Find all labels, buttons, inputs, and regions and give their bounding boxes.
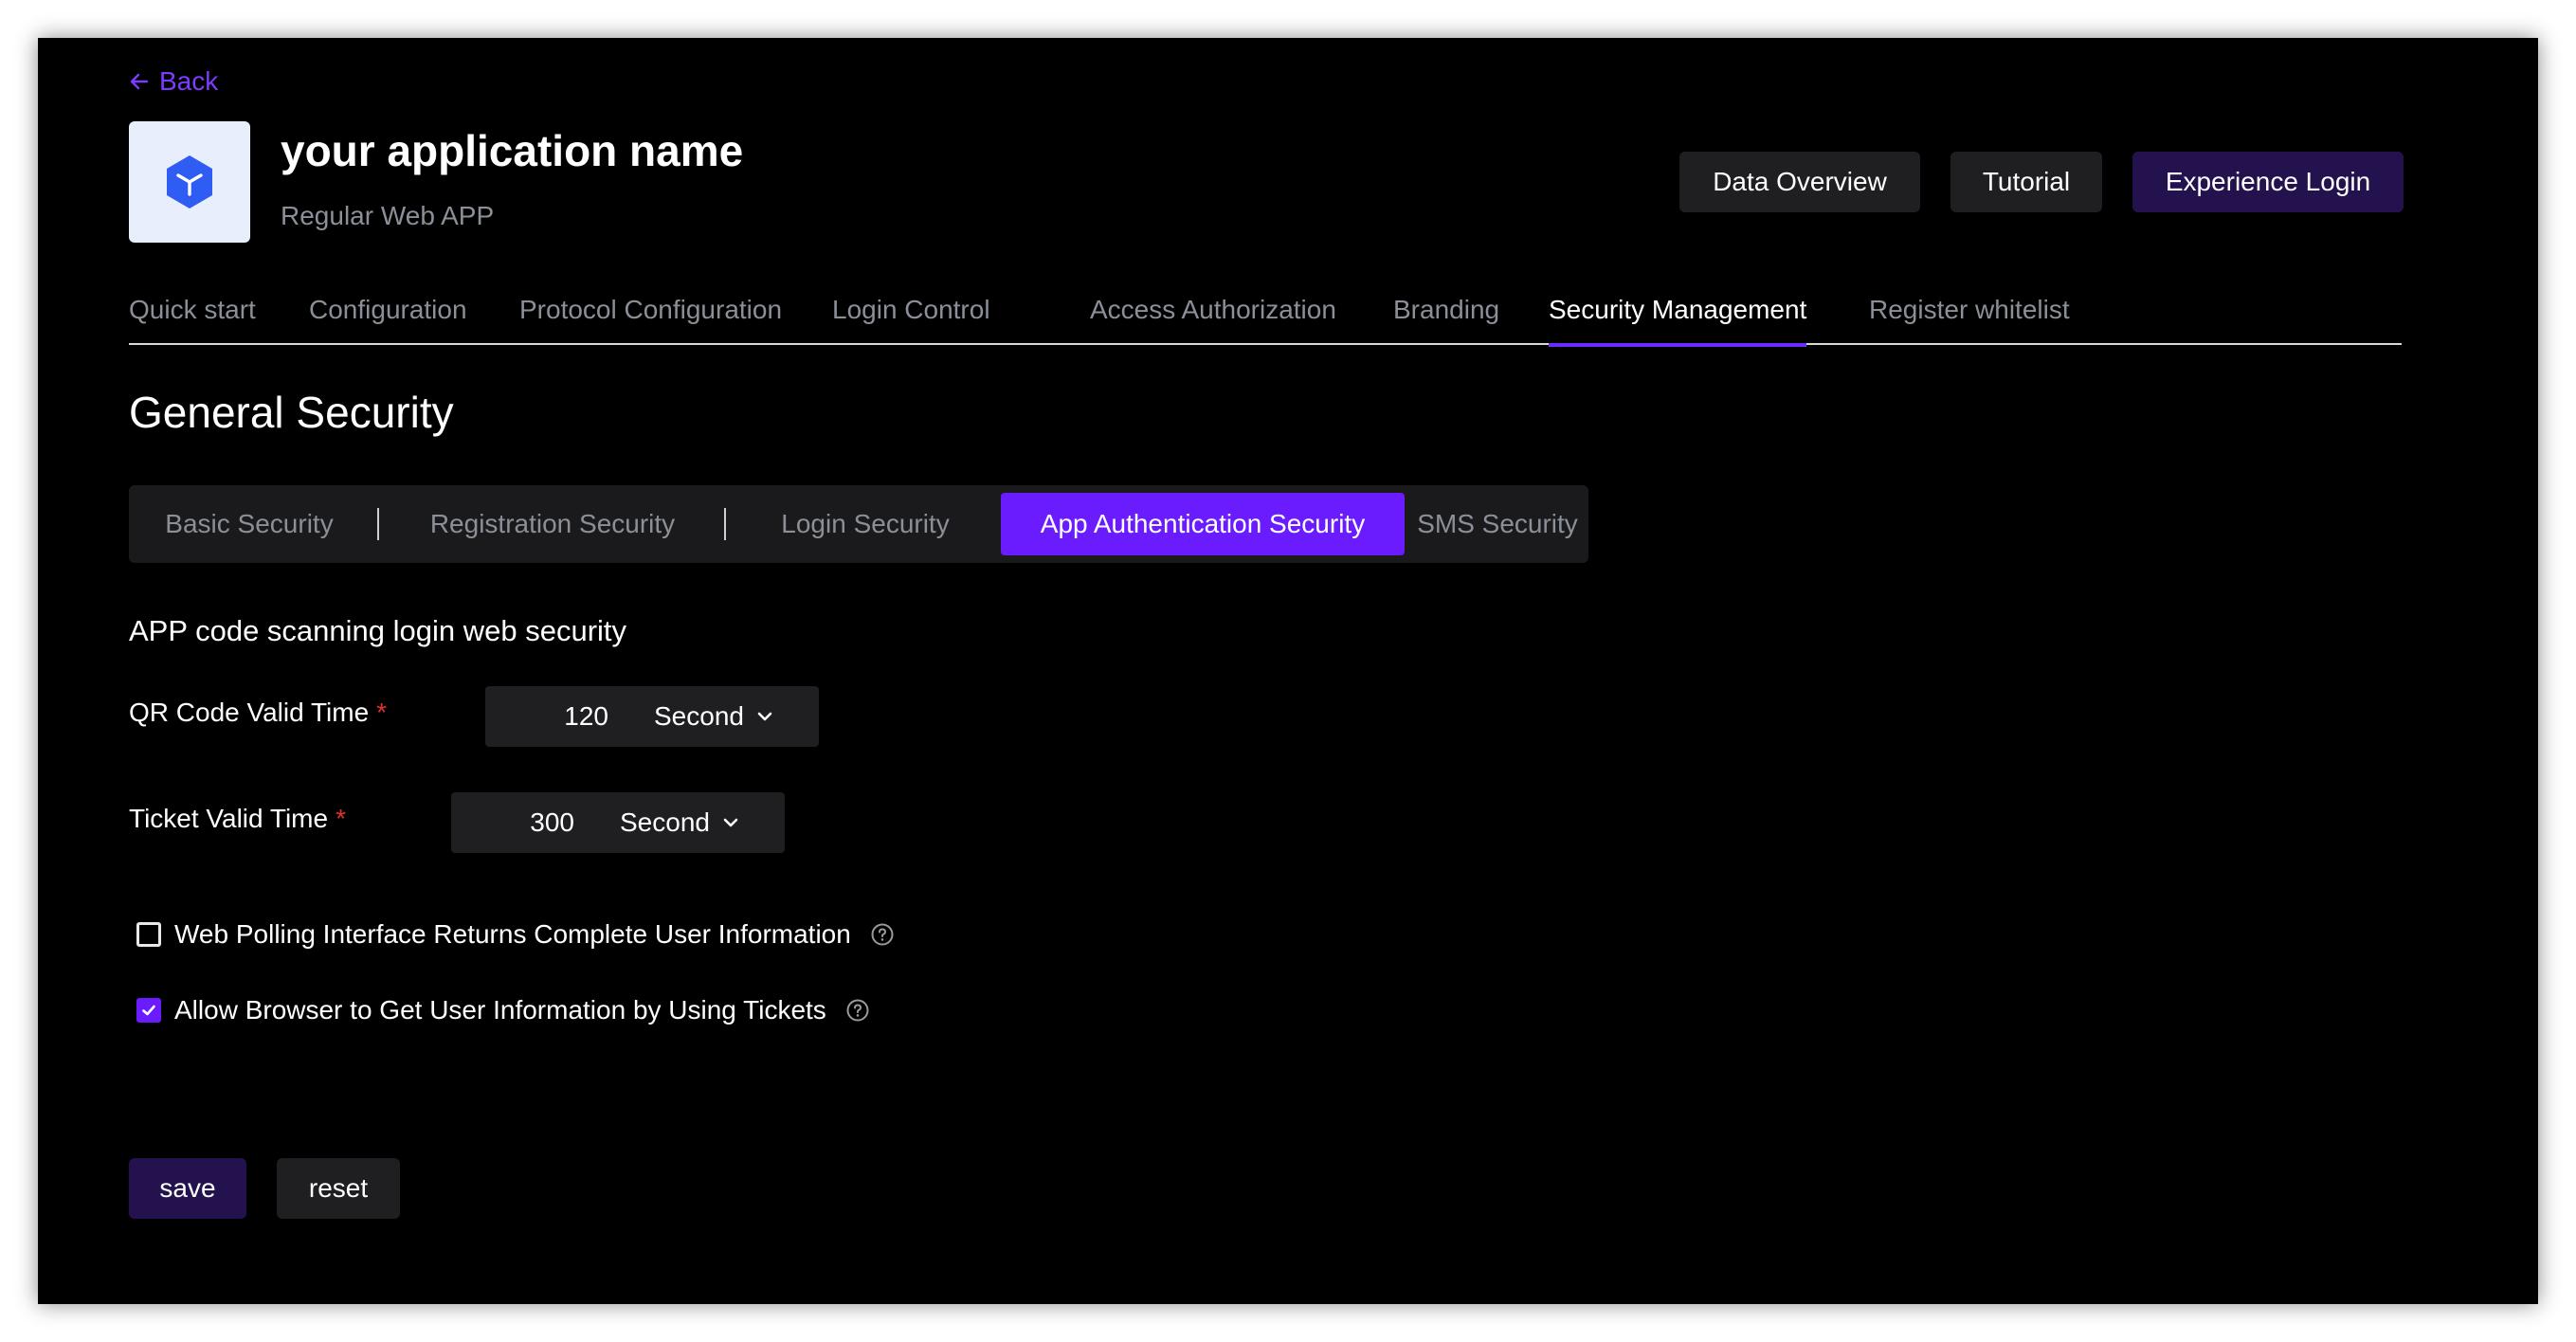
web-polling-checkbox[interactable] <box>136 922 161 947</box>
tutorial-button[interactable]: Tutorial <box>1950 152 2102 212</box>
subtab-divider <box>724 508 726 540</box>
ticket-valid-time-label: Ticket Valid Time * <box>129 804 346 834</box>
subtab-registration-security[interactable]: Registration Security <box>396 493 709 555</box>
cube-icon <box>167 155 212 209</box>
app-name: your application name <box>281 126 744 175</box>
back-label: Back <box>159 66 219 96</box>
ticket-valid-time-value[interactable]: 300 <box>451 807 593 838</box>
qr-valid-time-input[interactable]: 120 Second <box>485 686 819 747</box>
chevron-down-icon <box>757 712 772 721</box>
qr-valid-time-label-text: QR Code Valid Time <box>129 698 370 727</box>
check-icon <box>142 1005 155 1016</box>
ticket-valid-time-label-text: Ticket Valid Time <box>129 804 329 833</box>
experience-login-button[interactable]: Experience Login <box>2132 152 2404 212</box>
app-logo <box>129 121 250 243</box>
back-link[interactable]: Back <box>129 66 218 97</box>
web-polling-option: Web Polling Interface Returns Complete U… <box>136 919 895 950</box>
tab-protocol-configuration[interactable]: Protocol Configuration <box>519 294 782 345</box>
save-button[interactable]: save <box>129 1158 246 1219</box>
qr-valid-time-label: QR Code Valid Time * <box>129 698 387 728</box>
subtab-sms-security[interactable]: SMS Security <box>1414 493 1581 555</box>
tab-security-management[interactable]: Security Management <box>1549 294 1807 347</box>
web-polling-label[interactable]: Web Polling Interface Returns Complete U… <box>174 919 851 950</box>
ticket-valid-time-unit: Second <box>620 807 710 837</box>
required-mark: * <box>336 804 346 833</box>
allow-browser-option: Allow Browser to Get User Information by… <box>136 995 870 1025</box>
tab-register-whitelist[interactable]: Register whitelist <box>1869 294 2070 345</box>
tab-quick-start[interactable]: Quick start <box>129 294 256 345</box>
qr-valid-time-unit: Second <box>654 701 744 731</box>
ticket-valid-time-input[interactable]: 300 Second <box>451 792 785 853</box>
app-window: Back your application name Regular Web A… <box>38 38 2538 1304</box>
subtab-divider <box>377 508 379 540</box>
reset-button[interactable]: reset <box>277 1158 400 1219</box>
question-circle-icon[interactable] <box>870 922 895 947</box>
subtab-login-security[interactable]: Login Security <box>741 493 989 555</box>
qr-valid-time-unit-select[interactable]: Second <box>627 701 774 732</box>
subtab-app-authentication-security[interactable]: App Authentication Security <box>1001 493 1405 555</box>
allow-browser-label[interactable]: Allow Browser to Get User Information by… <box>174 995 826 1025</box>
page-title: General Security <box>129 388 454 437</box>
security-subtabs: Basic Security Registration Security Log… <box>129 485 1588 563</box>
subtab-basic-security[interactable]: Basic Security <box>136 493 362 555</box>
arrow-left-icon <box>130 73 149 90</box>
ticket-valid-time-unit-select[interactable]: Second <box>593 807 740 838</box>
app-type: Regular Web APP <box>281 201 495 230</box>
tab-configuration[interactable]: Configuration <box>309 294 467 345</box>
tab-access-authorization[interactable]: Access Authorization <box>1090 294 1336 345</box>
tab-login-control[interactable]: Login Control <box>832 294 990 345</box>
form-section-title: APP code scanning login web security <box>129 614 627 647</box>
allow-browser-checkbox[interactable] <box>136 998 161 1023</box>
required-mark: * <box>376 698 388 727</box>
chevron-down-icon <box>723 818 738 827</box>
tab-branding[interactable]: Branding <box>1393 294 1499 345</box>
main-tabs: Quick start Configuration Protocol Confi… <box>129 294 2402 347</box>
qr-valid-time-value[interactable]: 120 <box>485 701 627 732</box>
data-overview-button[interactable]: Data Overview <box>1679 152 1920 212</box>
question-circle-icon[interactable] <box>845 998 870 1023</box>
